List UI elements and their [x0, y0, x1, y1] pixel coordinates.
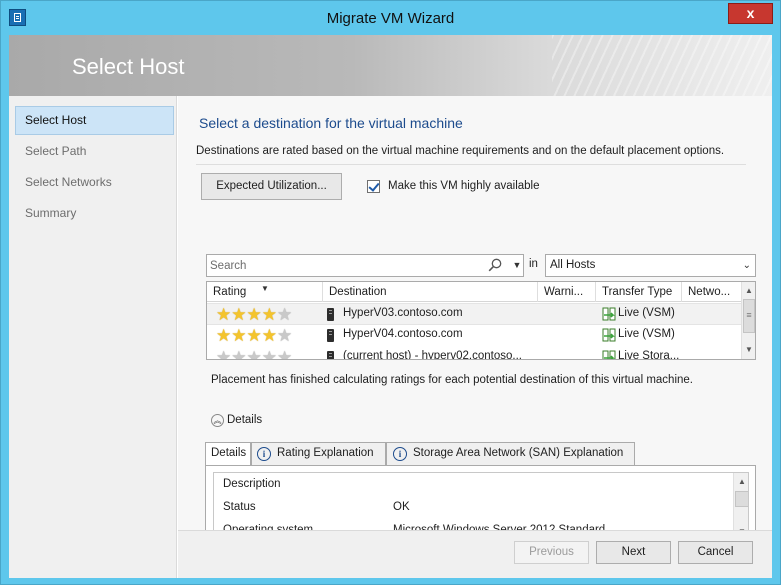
search-scope-label: in — [529, 258, 538, 270]
tab-rating-explanation[interactable]: i Rating Explanation — [251, 442, 386, 465]
previous-button[interactable]: Previous — [514, 541, 589, 564]
scrollbar-thumb[interactable] — [735, 491, 748, 507]
destination-cell: HyperV04.contoso.com — [343, 328, 463, 340]
close-button[interactable]: x — [728, 3, 773, 24]
search-input[interactable] — [210, 258, 480, 274]
divider — [196, 164, 746, 165]
info-icon: i — [257, 447, 271, 461]
list-item: Description — [214, 474, 732, 497]
nav-item-select-networks[interactable]: Select Networks — [15, 168, 174, 197]
section-description: Destinations are rated based on the virt… — [196, 145, 725, 157]
main-content: Select a destination for the virtual mac… — [178, 96, 772, 547]
table-row[interactable]: ★★★★★ (current host) - hyperv02.contoso.… — [207, 347, 741, 360]
star-filled-icon: ★ — [231, 305, 247, 324]
details-expander-label[interactable]: Details — [227, 414, 262, 426]
server-icon — [327, 329, 334, 342]
search-field[interactable]: ▼ — [206, 254, 524, 277]
scrollbar-thumb[interactable]: ≡ — [743, 299, 755, 333]
star-filled-icon: ★ — [246, 326, 262, 345]
table-row[interactable]: ★★★★★ HyperV03.contoso.com Live (VSM) — [207, 303, 741, 325]
title-bar[interactable]: Migrate VM Wizard x — [1, 1, 780, 35]
header-decoration — [552, 35, 772, 96]
grid-header: Rating ▼ Destination Warni... Transfer T… — [207, 282, 741, 302]
table-row[interactable]: ★★★★★ HyperV04.contoso.com Live (VSM) — [207, 325, 741, 347]
star-filled-icon: ★ — [246, 305, 262, 324]
wizard-client-area: Select Host Select Host Select Path Sele… — [9, 35, 772, 578]
live-migration-icon — [602, 307, 616, 321]
server-icon — [327, 308, 334, 321]
rating-stars: ★★★★★ — [216, 306, 292, 323]
nav-item-select-host[interactable]: Select Host — [15, 106, 174, 135]
search-scope-value: All Hosts — [550, 259, 596, 271]
chevron-down-icon[interactable]: ▼ — [509, 255, 525, 276]
destination-grid: Rating ▼ Destination Warni... Transfer T… — [206, 281, 756, 360]
nav-item-summary[interactable]: Summary — [15, 199, 174, 228]
property-key: Description — [223, 478, 281, 490]
transfer-type-cell: Live (VSM) — [618, 307, 675, 319]
highly-available-checkbox[interactable] — [367, 180, 380, 193]
rating-stars: ★★★★★ — [216, 348, 293, 360]
star-filled-icon: ★ — [261, 305, 277, 324]
live-migration-icon — [602, 328, 616, 342]
next-button[interactable]: Next — [596, 541, 671, 564]
live-migration-icon — [602, 350, 616, 359]
rating-stars: ★★★★★ — [216, 327, 292, 344]
star-empty-icon: ★ — [216, 348, 232, 360]
window-title: Migrate VM Wizard — [326, 10, 455, 27]
column-header-network[interactable]: Netwo... — [682, 282, 741, 302]
column-header-transfer-type[interactable]: Transfer Type — [596, 282, 682, 302]
collapse-chevron-icon[interactable]: ︽ — [211, 414, 224, 427]
transfer-type-cell: Live (VSM) — [618, 328, 675, 340]
chevron-down-icon: ⌄ — [742, 260, 751, 271]
star-empty-icon: ★ — [277, 326, 293, 345]
star-filled-icon: ★ — [261, 326, 277, 345]
property-key: Status — [223, 501, 256, 513]
star-empty-icon: ★ — [246, 348, 262, 360]
star-empty-icon: ★ — [261, 348, 277, 360]
page-title: Select Host — [72, 54, 185, 79]
star-empty-icon: ★ — [231, 348, 247, 360]
nav-item-select-path[interactable]: Select Path — [15, 137, 174, 166]
wizard-window: Migrate VM Wizard x Select Host Select H… — [0, 0, 781, 585]
highly-available-label[interactable]: Make this VM highly available — [388, 180, 540, 192]
search-scope-select[interactable]: All Hosts ⌄ — [545, 254, 756, 277]
scroll-up-icon[interactable]: ▲ — [742, 284, 755, 298]
star-filled-icon: ★ — [216, 326, 232, 345]
header-banner: Select Host — [9, 35, 772, 96]
expected-utilization-button[interactable]: Expected Utilization... — [201, 173, 342, 200]
section-heading: Select a destination for the virtual mac… — [199, 115, 463, 131]
search-icon[interactable] — [488, 258, 502, 272]
scroll-down-icon[interactable]: ▼ — [742, 343, 755, 357]
tab-san-explanation[interactable]: i Storage Area Network (SAN) Explanation — [386, 442, 635, 465]
info-icon: i — [393, 447, 407, 461]
wizard-steps-nav: Select Host Select Path Select Networks … — [9, 96, 177, 578]
scroll-up-icon[interactable]: ▲ — [734, 475, 748, 489]
cancel-button[interactable]: Cancel — [678, 541, 753, 564]
placement-status-message: Placement has finished calculating ratin… — [211, 374, 693, 386]
destination-cell: HyperV03.contoso.com — [343, 307, 463, 319]
sort-descending-icon: ▼ — [261, 284, 269, 293]
star-filled-icon: ★ — [216, 305, 232, 324]
star-filled-icon: ★ — [231, 326, 247, 345]
wizard-footer: Previous Next Cancel — [178, 530, 772, 578]
property-value: OK — [393, 501, 410, 513]
server-icon — [327, 351, 334, 359]
list-item: Status OK — [214, 497, 732, 520]
star-empty-icon: ★ — [277, 348, 293, 360]
grid-scrollbar[interactable]: ▲ ≡ ▼ — [741, 282, 755, 359]
destination-cell: (current host) - hyperv02.contoso... — [343, 350, 522, 360]
column-header-warning[interactable]: Warni... — [538, 282, 596, 302]
tab-details[interactable]: Details — [205, 442, 251, 466]
star-empty-icon: ★ — [277, 305, 293, 324]
transfer-type-cell: Live Stora... — [618, 350, 680, 360]
column-header-destination[interactable]: Destination — [323, 282, 538, 302]
